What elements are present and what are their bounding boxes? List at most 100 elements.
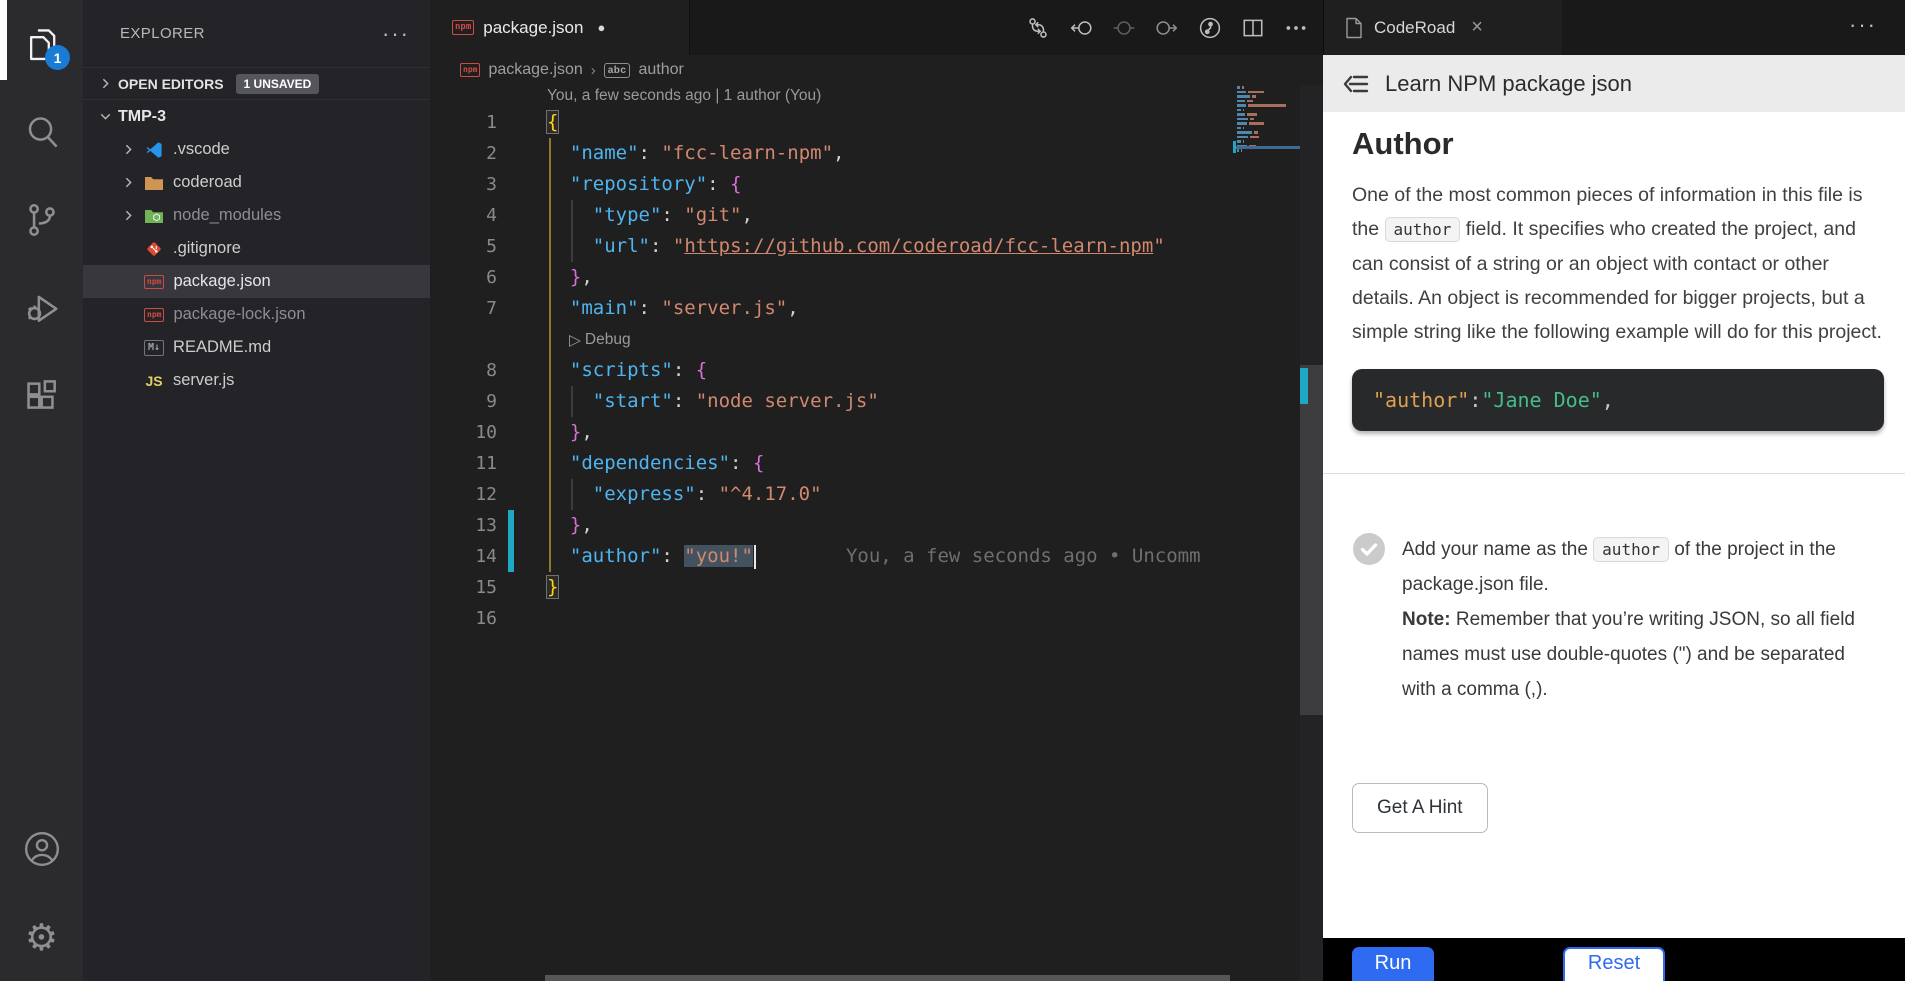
modified-gutter-indicator [508,510,514,541]
extensions-activity-button[interactable] [0,352,83,440]
search-icon [23,113,61,151]
code-line-1[interactable]: 1{ [430,107,1233,138]
timeline-button[interactable] [1197,15,1223,41]
run-debug-activity-button[interactable] [0,264,83,352]
file-name: node_modules [173,206,281,225]
source-control-activity-button[interactable] [0,176,83,264]
coderoad-tab-bar: CodeRoad × ··· [1323,0,1905,55]
close-icon[interactable]: × [1471,16,1483,39]
scrollbar-thumb[interactable] [1300,365,1323,715]
navigate-back-icon [1069,16,1093,40]
run-button[interactable]: Run [1352,947,1434,981]
minimap-modified-mark [1233,141,1236,153]
breakpoint-button[interactable] [1111,15,1137,41]
code-line-8[interactable]: 8 "scripts": { [430,355,1233,386]
get-a-hint-button[interactable]: Get A Hint [1352,783,1488,833]
code-line-12[interactable]: 12 "express": "^4.17.0" [430,479,1233,510]
more-actions-icon[interactable]: ··· [1849,12,1877,38]
blame-codelens[interactable]: You, a few seconds ago | 1 author (You) [430,85,1233,107]
code-line-15[interactable]: 15} [430,572,1233,603]
code-line-14[interactable]: 14 "author": "you!"You, a few seconds ag… [430,541,1233,572]
breadcrumb: npm package.json › abc author [430,55,1323,85]
tree-item-coderoad[interactable]: coderoad [83,166,430,199]
compare-changes-button[interactable] [1025,15,1051,41]
code-line-11[interactable]: 11 "dependencies": { [430,448,1233,479]
split-editor-button[interactable] [1240,15,1266,41]
code-line-4[interactable]: 4 "type": "git", [430,200,1233,231]
sidebar-header: EXPLORER ··· [83,0,430,67]
code-line-9[interactable]: 9 "start": "node server.js" [430,386,1233,417]
chevron-down-icon [97,108,114,125]
code-editor[interactable]: You, a few seconds ago | 1 author (You)1… [430,85,1233,981]
code-line-10[interactable]: 10 }, [430,417,1233,448]
editor-scrollbar[interactable] [1300,85,1323,981]
play-icon: ▷ [569,331,581,349]
more-actions-icon[interactable]: ··· [382,21,410,47]
search-activity-button[interactable] [0,88,83,176]
tree-item-package-lock-json[interactable]: npmpackage-lock.json [83,298,430,331]
file-icon [1344,17,1364,39]
menu-collapse-icon[interactable] [1341,69,1371,99]
tab-package-json[interactable]: npm package.json ● [430,0,690,55]
tab-coderoad[interactable]: CodeRoad × [1324,0,1562,55]
source-control-icon [23,201,61,239]
explorer-activity-button[interactable]: 1 [0,0,83,88]
tree-item-server-js[interactable]: JSserver.js [83,364,430,397]
code-line-2[interactable]: 2 "name": "fcc-learn-npm", [430,138,1233,169]
open-editors-section[interactable]: OPEN EDITORS 1 UNSAVED [83,67,430,100]
tutorial-title: Learn NPM package json [1385,71,1632,97]
more-actions-button[interactable] [1283,15,1309,41]
markdown-icon: M↓ [144,340,164,356]
breakpoint-icon [1112,16,1136,40]
tab-label: package.json [483,18,583,38]
code-line-13[interactable]: 13 }, [430,510,1233,541]
horizontal-scrollbar[interactable] [545,975,1230,981]
modified-dot-icon[interactable]: ● [597,20,605,35]
breadcrumb-file[interactable]: package.json [488,61,582,79]
line-number: 1 [452,107,497,138]
tree-item-readme-md[interactable]: M↓README.md [83,331,430,364]
npm-icon: npm [144,275,164,289]
navigate-back-button[interactable] [1068,15,1094,41]
modified-overview-mark [1300,368,1308,404]
modified-gutter-indicator [508,541,514,572]
tree-item-node-modules[interactable]: node_modules [83,199,430,232]
line-number: 10 [452,417,497,448]
tree-root-tmp-3[interactable]: TMP-3 [83,100,430,133]
file-name: server.js [173,371,234,390]
vscode-window: 1 [0,0,1905,981]
debug-codelens[interactable]: ▷ Debug [430,324,1233,355]
accounts-button[interactable] [0,805,83,893]
navigate-forward-button[interactable] [1154,15,1180,41]
coderoad-footer: Run Reset [1323,938,1905,981]
code-line-7[interactable]: 7 "main": "server.js", [430,293,1233,324]
code-line-6[interactable]: 6 }, [430,262,1233,293]
tutorial-content: Author One of the most common pieces of … [1323,112,1905,938]
editor-tab-bar: npm package.json ● [430,0,1323,55]
node-folder-icon [144,207,164,225]
tree-item-vscode[interactable]: .vscode [83,133,430,166]
editor-group: npm package.json ● [430,0,1323,981]
file-tree: .vscodecoderoad node_modules .gitignore npm… [83,133,430,397]
file-name: .gitignore [173,239,241,258]
chevron-right-icon [97,75,114,92]
code-line-5[interactable]: 5 "url": "https://github.com/coderoad/fc… [430,231,1233,262]
breadcrumb-symbol[interactable]: author [638,61,683,79]
breadcrumb-separator-icon: › [591,62,596,79]
folder-icon [144,174,164,192]
line-number: 4 [452,200,497,231]
code-line-16[interactable]: 16 [430,603,1233,634]
tree-item-gitignore[interactable]: .gitignore [83,232,430,265]
activity-bar-spacer [0,440,83,805]
settings-button[interactable]: ⚙ [0,893,83,981]
text-cursor [754,545,756,569]
reset-button[interactable]: Reset [1563,947,1665,981]
npm-icon: npm [144,308,164,322]
extensions-icon [23,377,61,415]
line-number: 13 [452,510,497,541]
code-line-3[interactable]: 3 "repository": { [430,169,1233,200]
task-item: Add your name as the author of the proje… [1352,532,1882,707]
minimap[interactable] [1233,85,1300,981]
coderoad-panel: CodeRoad × ··· Learn NPM package json Au… [1323,0,1905,981]
tree-item-package-json[interactable]: npmpackage.json [83,265,430,298]
